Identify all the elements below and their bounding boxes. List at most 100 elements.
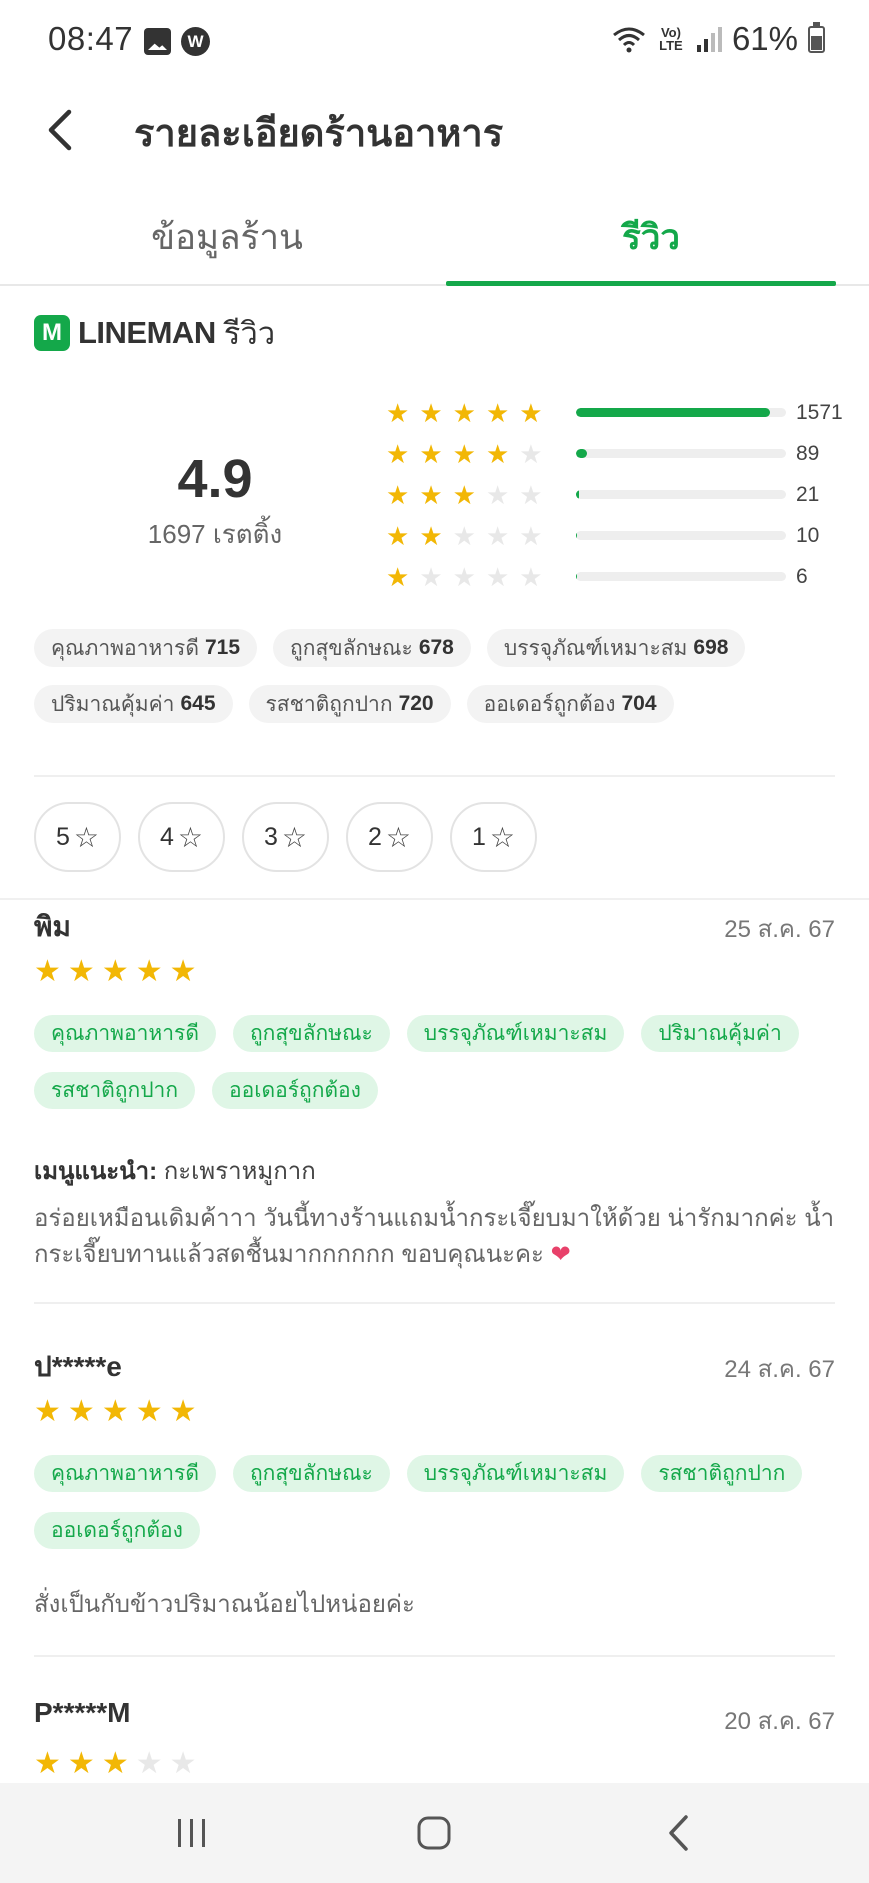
star-filled-icon: ★ [101,955,129,988]
app-header: รายละเอียดร้านอาหาร [0,84,869,204]
summary-tag: ถูกสุขลักษณะ 678 [273,629,471,667]
filter-4-stars-button[interactable]: 4 ☆ [138,802,225,872]
star-empty-icon: ★ [452,520,476,551]
average-rating: 4.9 [177,449,253,509]
review-date: 25 ส.ค. 67 [724,916,835,943]
filter-label: 1 [471,822,486,851]
battery-icon [808,21,825,53]
filter-1-stars-button[interactable]: 1 ☆ [450,802,537,872]
photo-icon [144,28,171,55]
recent-apps-button[interactable] [162,1805,222,1861]
star-filled-icon: ★ [34,1395,61,1428]
rating-row-stars: ★ ★ ★ ★ ★ [386,564,576,590]
star-filled-icon: ★ [34,1747,61,1780]
tab-reviews[interactable]: รีวิว [434,210,868,265]
rating-bar-fill [576,408,771,417]
recommended-menu-value: กะเพราหมูกาก [163,1158,316,1185]
star-empty-icon: ★ [485,479,510,510]
filter-label: 2 [367,822,382,851]
star-empty-icon: ★ [485,520,510,551]
star-outline-icon: ☆ [489,821,515,853]
rating-bar [576,408,786,417]
signal-icon [696,27,722,52]
review-tag: รสชาติถูกปาก [641,1455,803,1492]
review-tag: ปริมาณคุ้มค่า [641,1015,799,1052]
filter-2-stars-button[interactable]: 2 ☆ [346,802,433,872]
review-card: พิม 25 ส.ค. 67 ★ ★ ★ ★ ★ คุณภาพอาหารดี ถูกสุข… [34,905,835,1305]
rating-bar-fill [576,490,579,499]
summary-tag-label: ออเดอร์ถูกต้อง [483,692,616,716]
rating-bar-fill [576,572,577,581]
review-text-line: กระเจี๊ยบทานแล้วสดชื้นมากกกกกก ขอบคุณนะค… [34,1241,571,1268]
review-tag: บรรจุภัณฑ์เหมาะสม [406,1015,625,1052]
review-tags: คุณภาพอาหารดี ถูกสุขลักษณะ บรรจุภัณฑ์เหมาะ… [34,1015,835,1109]
star-filled-icon: ★ [419,479,443,510]
review-card: ป*****e 24 ส.ค. 67 ★ ★ ★ ★ ★ คุณภาพอาหารดี ถู… [34,1345,835,1645]
tab-store-info[interactable]: ข้อมูลร้าน [10,210,444,265]
star-empty-icon: ★ [169,1747,197,1780]
review-card: P*****M 20 ส.ค. 67 ★ ★ ★ ★ ★ [34,1697,835,1783]
brand-review-label: รีวิว [223,316,276,351]
star-outline-icon: ☆ [73,821,99,853]
back-button[interactable] [30,100,90,160]
summary-tag: ออเดอร์ถูกต้อง 704 [466,685,674,723]
system-back-button[interactable] [648,1805,708,1861]
review-tag: รสชาติถูกปาก [34,1072,196,1109]
summary-tag-count: 678 [418,636,454,659]
summary-tag: ปริมาณคุ้มค่า 645 [34,685,233,723]
star-filled-icon: ★ [169,955,197,988]
rating-bar [576,531,786,540]
home-button[interactable] [404,1805,464,1861]
rating-row-stars: ★ ★ ★ ★ ★ [386,441,576,467]
review-tag: บรรจุภัณฑ์เหมาะสม [406,1455,625,1492]
summary-tag-label: รสชาติถูกปาก [265,692,393,716]
star-filled-icon: ★ [135,1395,163,1428]
review-tag: ออเดอร์ถูกต้อง [212,1072,378,1109]
rating-row-count: 21 [796,482,820,506]
brand-name: LINEMAN [78,315,216,350]
summary-tag-label: คุณภาพอาหารดี [51,636,199,660]
summary-tag-count: 704 [621,692,657,715]
star-filter-row: 5 ☆ 4 ☆ 3 ☆ 2 ☆ 1 ☆ [34,802,537,872]
page-title: รายละเอียดร้านอาหาร [134,113,504,155]
rating-row-stars: ★ ★ ★ ★ ★ [386,400,576,426]
rating-row-3: ★ ★ ★ ★ ★ 21 [386,474,846,515]
lineman-review-header: M LINEMAN รีวิว [34,308,275,358]
divider [34,1655,835,1657]
review-stars: ★ ★ ★ ★ ★ [34,1749,197,1779]
review-tag: ถูกสุขลักษณะ [232,1015,390,1052]
star-filled-icon: ★ [519,397,543,428]
star-filled-icon: ★ [101,1395,129,1428]
star-filled-icon: ★ [452,397,476,428]
chevron-left-icon [48,109,72,151]
star-filled-icon: ★ [419,397,443,428]
summary-tag: คุณภาพอาหารดี 715 [34,629,258,667]
review-stars: ★ ★ ★ ★ ★ [34,1397,197,1427]
back-icon [669,1815,688,1851]
star-filled-icon: ★ [67,955,95,988]
star-empty-icon: ★ [135,1747,163,1780]
star-empty-icon: ★ [519,479,543,510]
review-date: 20 ส.ค. 67 [724,1708,835,1735]
filter-5-stars-button[interactable]: 5 ☆ [34,802,121,872]
star-filled-icon: ★ [419,520,443,551]
review-text-line: อร่อยเหมือนเดิมค้าาา วันนี้ทางร้านแถมน้ำ… [34,1205,835,1232]
star-filled-icon: ★ [485,397,510,428]
filter-label: 5 [55,822,70,851]
status-right: Vo) LTE 61% [612,20,825,58]
rating-bar [576,490,786,499]
star-outline-icon: ☆ [177,821,203,853]
reviewer-name: พิม [34,911,71,942]
filter-3-stars-button[interactable]: 3 ☆ [242,802,329,872]
rating-bar-fill [576,531,578,540]
heart-emoji-icon: ❤ [550,1241,571,1268]
star-filled-icon: ★ [135,955,163,988]
review-tag: คุณภาพอาหารดี [34,1015,216,1052]
summary-tag-count: 698 [693,636,729,659]
summary-tag-label: บรรจุภัณฑ์เหมาะสม [503,636,688,660]
star-empty-icon: ★ [519,561,543,592]
star-filled-icon: ★ [386,479,410,510]
star-empty-icon: ★ [485,561,510,592]
summary-tag-count: 720 [398,692,434,715]
review-tags: คุณภาพอาหารดี ถูกสุขลักษณะ บรรจุภัณฑ์เหมาะ… [34,1455,835,1549]
